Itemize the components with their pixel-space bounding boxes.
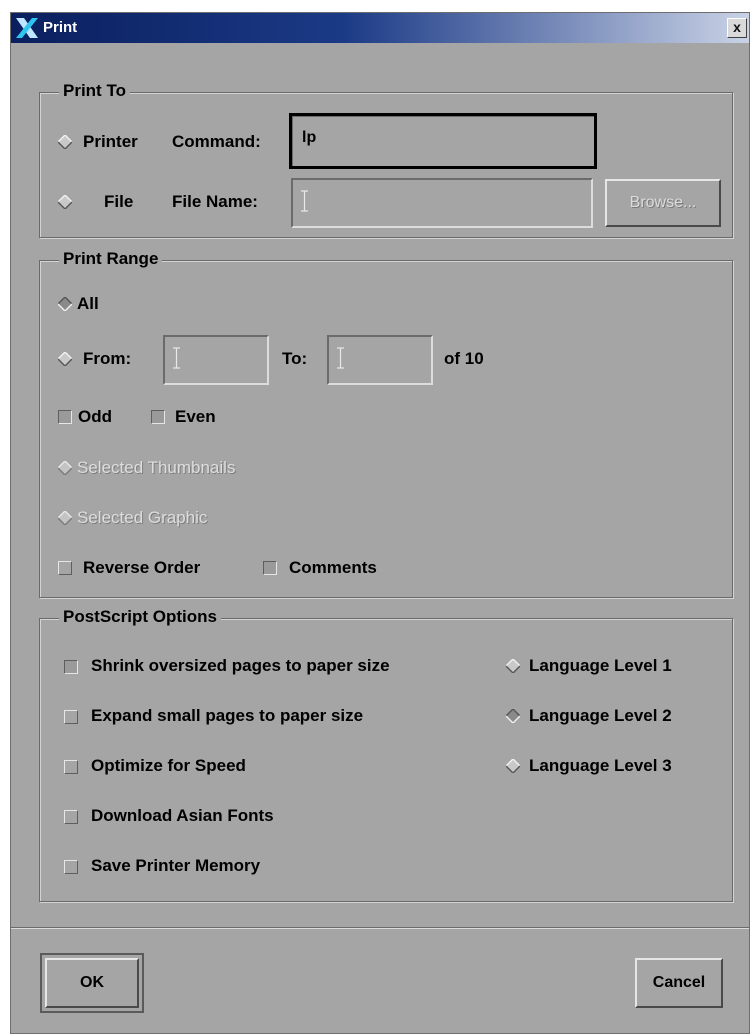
print-dialog: Print x Print To Printer Command: lp Fil… — [10, 12, 750, 1034]
comments-label: Comments — [289, 558, 377, 577]
save-printer-memory-checkbox[interactable] — [64, 860, 78, 874]
page-count-label: of 10 — [444, 349, 484, 368]
printer-label: Printer — [83, 132, 138, 151]
even-label: Even — [175, 407, 216, 426]
ok-button[interactable]: OK — [40, 953, 144, 1013]
language-level-2-radio[interactable] — [506, 709, 520, 723]
download-asian-fonts-label: Download Asian Fonts — [91, 806, 274, 825]
shrink-pages-checkbox[interactable] — [64, 660, 78, 674]
expand-pages-checkbox[interactable] — [64, 710, 78, 724]
printer-radio[interactable] — [58, 135, 72, 149]
browse-button[interactable]: Browse... — [605, 179, 721, 227]
from-radio[interactable] — [58, 352, 72, 366]
command-input-value: lp — [302, 129, 317, 146]
from-input[interactable] — [163, 335, 269, 385]
file-name-label: File Name: — [172, 192, 258, 211]
odd-label: Odd — [78, 407, 112, 426]
file-label: File — [104, 192, 134, 211]
title-bar[interactable]: Print x — [11, 13, 749, 43]
even-checkbox[interactable] — [151, 410, 165, 424]
selected-graphic-label: Selected Graphic — [77, 508, 208, 527]
optimize-speed-checkbox[interactable] — [64, 760, 78, 774]
odd-checkbox[interactable] — [58, 410, 72, 424]
all-label: All — [77, 294, 99, 313]
optimize-speed-label: Optimize for Speed — [91, 756, 246, 775]
command-label: Command: — [172, 132, 261, 151]
text-cursor-icon — [337, 347, 344, 369]
cancel-button[interactable]: Cancel — [635, 958, 723, 1008]
button-separator — [11, 927, 749, 929]
language-level-3-label: Language Level 3 — [529, 756, 672, 775]
reverse-order-checkbox[interactable] — [58, 561, 72, 575]
language-level-2-label: Language Level 2 — [529, 706, 672, 725]
language-level-3-radio[interactable] — [506, 759, 520, 773]
save-printer-memory-label: Save Printer Memory — [91, 856, 261, 875]
to-input[interactable] — [327, 335, 433, 385]
download-asian-fonts-checkbox[interactable] — [64, 810, 78, 824]
text-cursor-icon — [173, 347, 180, 369]
from-label: From: — [83, 349, 132, 368]
window-title: Print — [43, 19, 78, 36]
expand-pages-label: Expand small pages to paper size — [91, 706, 364, 725]
print-to-group-title: Print To — [59, 81, 130, 101]
selected-thumbnails-radio — [58, 461, 72, 475]
comments-checkbox[interactable] — [263, 561, 277, 575]
shrink-pages-label: Shrink oversized pages to paper size — [91, 656, 390, 675]
command-input[interactable]: lp — [289, 113, 597, 169]
all-radio[interactable] — [58, 297, 72, 311]
to-label: To: — [282, 349, 308, 368]
x-logo-icon — [16, 18, 38, 38]
print-range-group — [39, 260, 733, 598]
selected-graphic-radio — [58, 511, 72, 525]
reverse-order-label: Reverse Order — [83, 558, 201, 577]
file-radio[interactable] — [58, 195, 72, 209]
selected-thumbnails-label: Selected Thumbnails — [77, 458, 236, 477]
language-level-1-radio[interactable] — [506, 659, 520, 673]
postscript-options-group-title: PostScript Options — [59, 607, 221, 627]
print-range-group-title: Print Range — [59, 249, 163, 269]
close-button[interactable]: x — [727, 18, 747, 38]
language-level-1-label: Language Level 1 — [529, 656, 672, 675]
text-cursor-icon — [301, 190, 308, 212]
file-name-input[interactable] — [291, 178, 593, 228]
